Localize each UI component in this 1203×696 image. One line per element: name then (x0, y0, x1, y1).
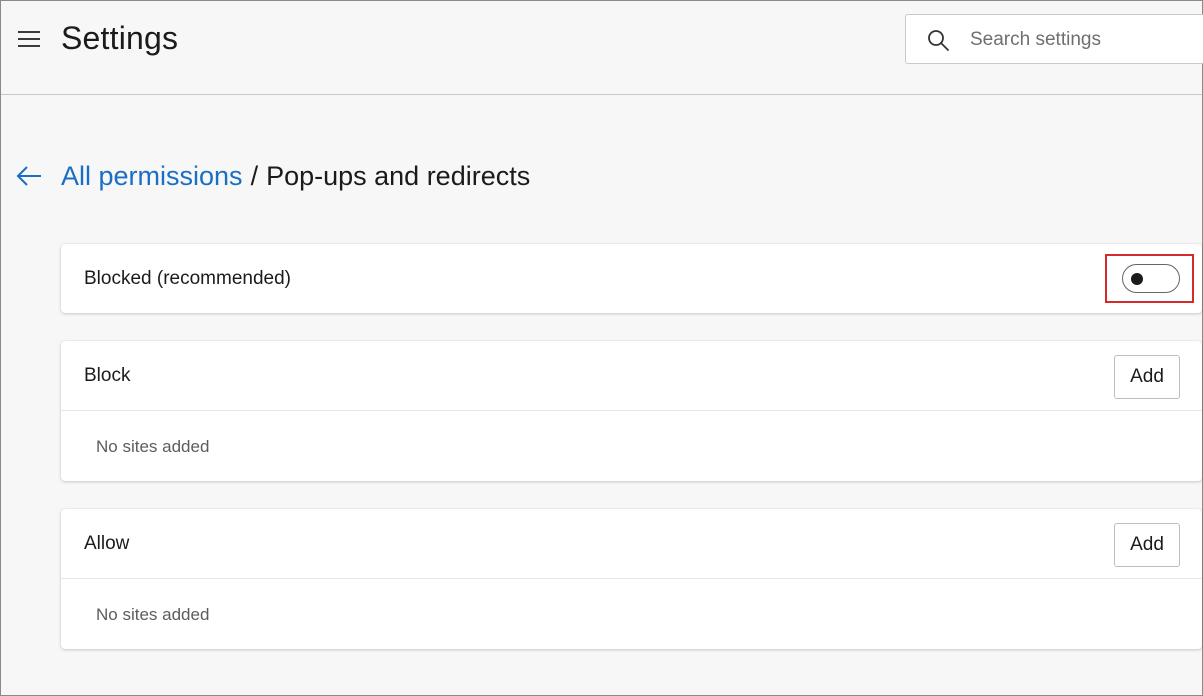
allow-empty-text: No sites added (96, 605, 210, 624)
block-section-card: Block Add No sites added (61, 341, 1202, 481)
blocked-toggle[interactable] (1122, 264, 1180, 293)
allow-section-card: Allow Add No sites added (61, 509, 1202, 649)
breadcrumb-separator: / (250, 160, 259, 191)
breadcrumb-current: Pop-ups and redirects (266, 160, 531, 191)
menu-icon[interactable] (18, 31, 40, 47)
search-icon (928, 30, 949, 51)
search-input[interactable] (970, 27, 1190, 53)
block-add-button[interactable]: Add (1114, 355, 1180, 399)
toggle-knob (1131, 273, 1143, 285)
block-empty-text: No sites added (96, 437, 210, 456)
blocked-label: Blocked (recommended) (84, 268, 291, 289)
block-section-title: Block (84, 365, 131, 386)
breadcrumb: All permissions / Pop-ups and redirects (15, 156, 530, 196)
search-box[interactable] (905, 14, 1203, 64)
allow-section-header: Allow Add (61, 509, 1202, 579)
blocked-setting-card: Blocked (recommended) (61, 244, 1202, 313)
breadcrumb-all-permissions-link[interactable]: All permissions (61, 161, 243, 192)
settings-header: Settings (1, 1, 1203, 95)
back-arrow-icon[interactable] (15, 164, 43, 188)
block-section-header: Block Add (61, 341, 1202, 411)
page-title: Settings (61, 20, 179, 56)
allow-section-title: Allow (84, 533, 130, 554)
allow-add-button[interactable]: Add (1114, 523, 1180, 567)
